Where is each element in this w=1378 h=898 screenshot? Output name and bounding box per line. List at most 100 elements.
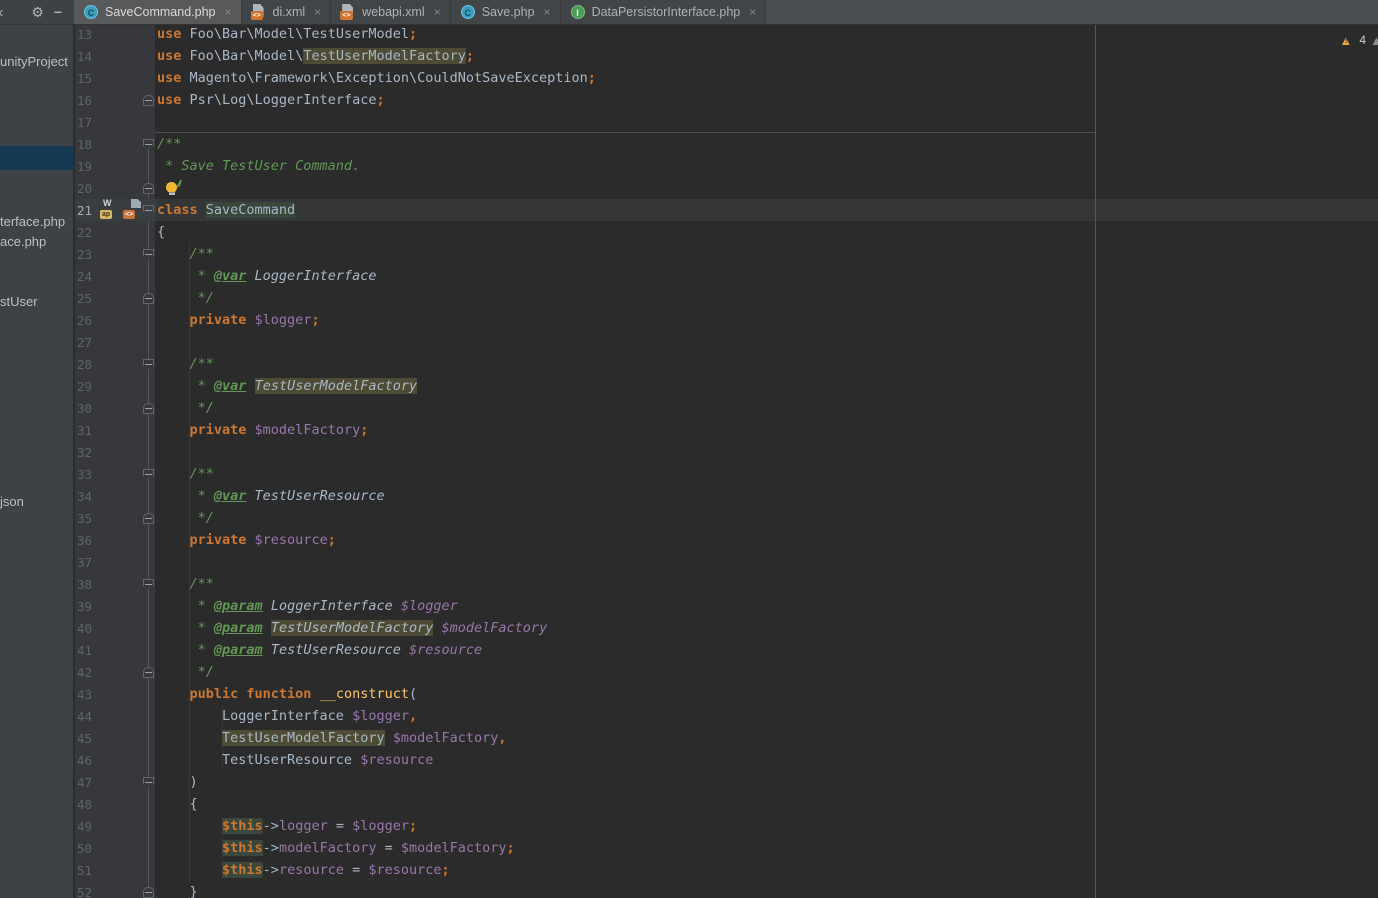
fold-marker-start[interactable] — [143, 139, 154, 150]
code-line-27[interactable]: 27 — [75, 331, 1378, 353]
line-number: 48 — [75, 797, 92, 812]
line-number: 13 — [75, 27, 92, 42]
fold-marker-end[interactable] — [143, 513, 154, 524]
close-tab-icon[interactable]: × — [544, 0, 551, 25]
code-line-20[interactable]: 20 */ — [75, 177, 1378, 199]
code-line-21[interactable]: 21Wap<>class SaveCommand — [75, 199, 1378, 221]
settings-gear-icon[interactable]: ⚙ — [31, 0, 44, 25]
code-line-32[interactable]: 32 — [75, 441, 1378, 463]
line-number: 14 — [75, 49, 92, 64]
fold-marker-start[interactable] — [143, 249, 154, 260]
code-line-26[interactable]: 26 private $logger; — [75, 309, 1378, 331]
code-line-37[interactable]: 37 — [75, 551, 1378, 573]
code-line-22[interactable]: 22{ — [75, 221, 1378, 243]
code-line-51[interactable]: 51 $this->resource = $resource; — [75, 859, 1378, 881]
gutter-annotations: Wap<> — [92, 201, 142, 219]
di-xml-line-marker-icon[interactable]: <> — [123, 201, 143, 219]
code-line-42[interactable]: 42 */ — [75, 661, 1378, 683]
gutter-annotations — [92, 25, 142, 43]
hide-panel-icon[interactable]: − — [54, 0, 62, 25]
fold-marker-start[interactable] — [143, 579, 154, 590]
project-tree-panel: unityProject terface.php ace.php stUser … — [0, 25, 74, 898]
code-line-13[interactable]: 13use Foo\Bar\Model\TestUserModel; — [75, 25, 1378, 45]
tree-item-project-root[interactable]: unityProject — [0, 53, 74, 71]
tree-item-file[interactable]: json — [0, 493, 74, 511]
webapi-line-marker-icon[interactable]: Wap — [100, 201, 120, 219]
tab-savecommand-php[interactable]: C SaveCommand.php × — [74, 0, 242, 24]
tab-webapi-xml[interactable]: <> webapi.xml × — [331, 0, 451, 24]
code-editor[interactable]: 13use Foo\Bar\Model\TestUserModel;14use … — [75, 25, 1378, 898]
tree-item-file[interactable]: terface.php — [0, 213, 74, 231]
code-line-29[interactable]: 29 * @var TestUserModelFactory — [75, 375, 1378, 397]
close-tab-icon[interactable]: × — [434, 0, 441, 25]
code-line-19[interactable]: 19 * Save TestUser Command. — [75, 155, 1378, 177]
gutter-annotations — [92, 267, 142, 285]
code-text: { — [155, 793, 198, 815]
tree-item-file[interactable]: ace.php — [0, 233, 74, 251]
tab-label: Save.php — [482, 0, 535, 25]
code-line-39[interactable]: 39 * @param LoggerInterface $logger — [75, 595, 1378, 617]
code-line-47[interactable]: 47 ) — [75, 771, 1378, 793]
fold-marker-end[interactable] — [143, 95, 154, 106]
code-line-48[interactable]: 48 { — [75, 793, 1378, 815]
fold-marker-start[interactable] — [143, 205, 154, 216]
gutter-annotations — [92, 619, 142, 637]
fold-marker-start[interactable] — [143, 469, 154, 480]
fold-column — [142, 513, 155, 524]
code-line-18[interactable]: 18/** — [75, 133, 1378, 155]
gutter-annotations — [92, 685, 142, 703]
fold-marker-end[interactable] — [143, 183, 154, 194]
code-line-16[interactable]: 16use Psr\Log\LoggerInterface; — [75, 89, 1378, 111]
tab-label: webapi.xml — [362, 0, 425, 25]
code-line-45[interactable]: 45 TestUserModelFactory $modelFactory, — [75, 727, 1378, 749]
code-line-50[interactable]: 50 $this->modelFactory = $modelFactory; — [75, 837, 1378, 859]
tree-selected-row[interactable] — [0, 146, 74, 170]
code-line-25[interactable]: 25 */ — [75, 287, 1378, 309]
code-line-38[interactable]: 38 /** — [75, 573, 1378, 595]
code-line-44[interactable]: 44 LoggerInterface $logger, — [75, 705, 1378, 727]
intention-bulb-icon[interactable] — [166, 180, 181, 196]
code-line-17[interactable]: 17 — [75, 111, 1378, 133]
collapse-panel-icon[interactable]: « — [0, 0, 3, 25]
code-line-34[interactable]: 34 * @var TestUserResource — [75, 485, 1378, 507]
fold-marker-end[interactable] — [143, 403, 154, 414]
code-line-23[interactable]: 23 /** — [75, 243, 1378, 265]
tab-datapersistorinterface-php[interactable]: I DataPersistorInterface.php × — [561, 0, 767, 24]
fold-marker-end[interactable] — [143, 887, 154, 898]
code-line-41[interactable]: 41 * @param TestUserResource $resource — [75, 639, 1378, 661]
close-tab-icon[interactable]: × — [224, 0, 231, 25]
code-line-49[interactable]: 49 $this->logger = $logger; — [75, 815, 1378, 837]
line-number: 49 — [75, 819, 92, 834]
fold-marker-end[interactable] — [143, 293, 154, 304]
gutter-annotations — [92, 795, 142, 813]
code-line-15[interactable]: 15use Magento\Framework\Exception\CouldN… — [75, 67, 1378, 89]
code-line-14[interactable]: 14use Foo\Bar\Model\TestUserModelFactory… — [75, 45, 1378, 67]
code-line-43[interactable]: 43 public function __construct( — [75, 683, 1378, 705]
tree-item-file[interactable]: stUser — [0, 293, 74, 311]
code-line-36[interactable]: 36 private $resource; — [75, 529, 1378, 551]
tab-di-xml[interactable]: <> di.xml × — [242, 0, 332, 24]
close-tab-icon[interactable]: × — [749, 0, 756, 25]
fold-column — [142, 139, 155, 150]
code-line-35[interactable]: 35 */ — [75, 507, 1378, 529]
code-line-52[interactable]: 52 } — [75, 881, 1378, 898]
code-line-31[interactable]: 31 private $modelFactory; — [75, 419, 1378, 441]
code-line-46[interactable]: 46 TestUserResource $resource — [75, 749, 1378, 771]
line-number: 34 — [75, 489, 92, 504]
inspections-widget[interactable]: ▲ ! 4 ▲ — [1339, 31, 1378, 49]
code-line-24[interactable]: 24 * @var LoggerInterface — [75, 265, 1378, 287]
code-text: /** — [155, 133, 181, 155]
code-text: /** — [155, 463, 214, 485]
fold-marker-end[interactable] — [143, 667, 154, 678]
code-line-28[interactable]: 28 /** — [75, 353, 1378, 375]
tab-save-php[interactable]: C Save.php × — [451, 0, 561, 24]
fold-column — [142, 205, 155, 216]
code-line-30[interactable]: 30 */ — [75, 397, 1378, 419]
code-line-33[interactable]: 33 /** — [75, 463, 1378, 485]
fold-marker-start[interactable] — [143, 777, 154, 788]
fold-marker-start[interactable] — [143, 359, 154, 370]
close-tab-icon[interactable]: × — [314, 0, 321, 25]
gutter-annotations — [92, 575, 142, 593]
code-line-40[interactable]: 40 * @param TestUserModelFactory $modelF… — [75, 617, 1378, 639]
line-number: 28 — [75, 357, 92, 372]
